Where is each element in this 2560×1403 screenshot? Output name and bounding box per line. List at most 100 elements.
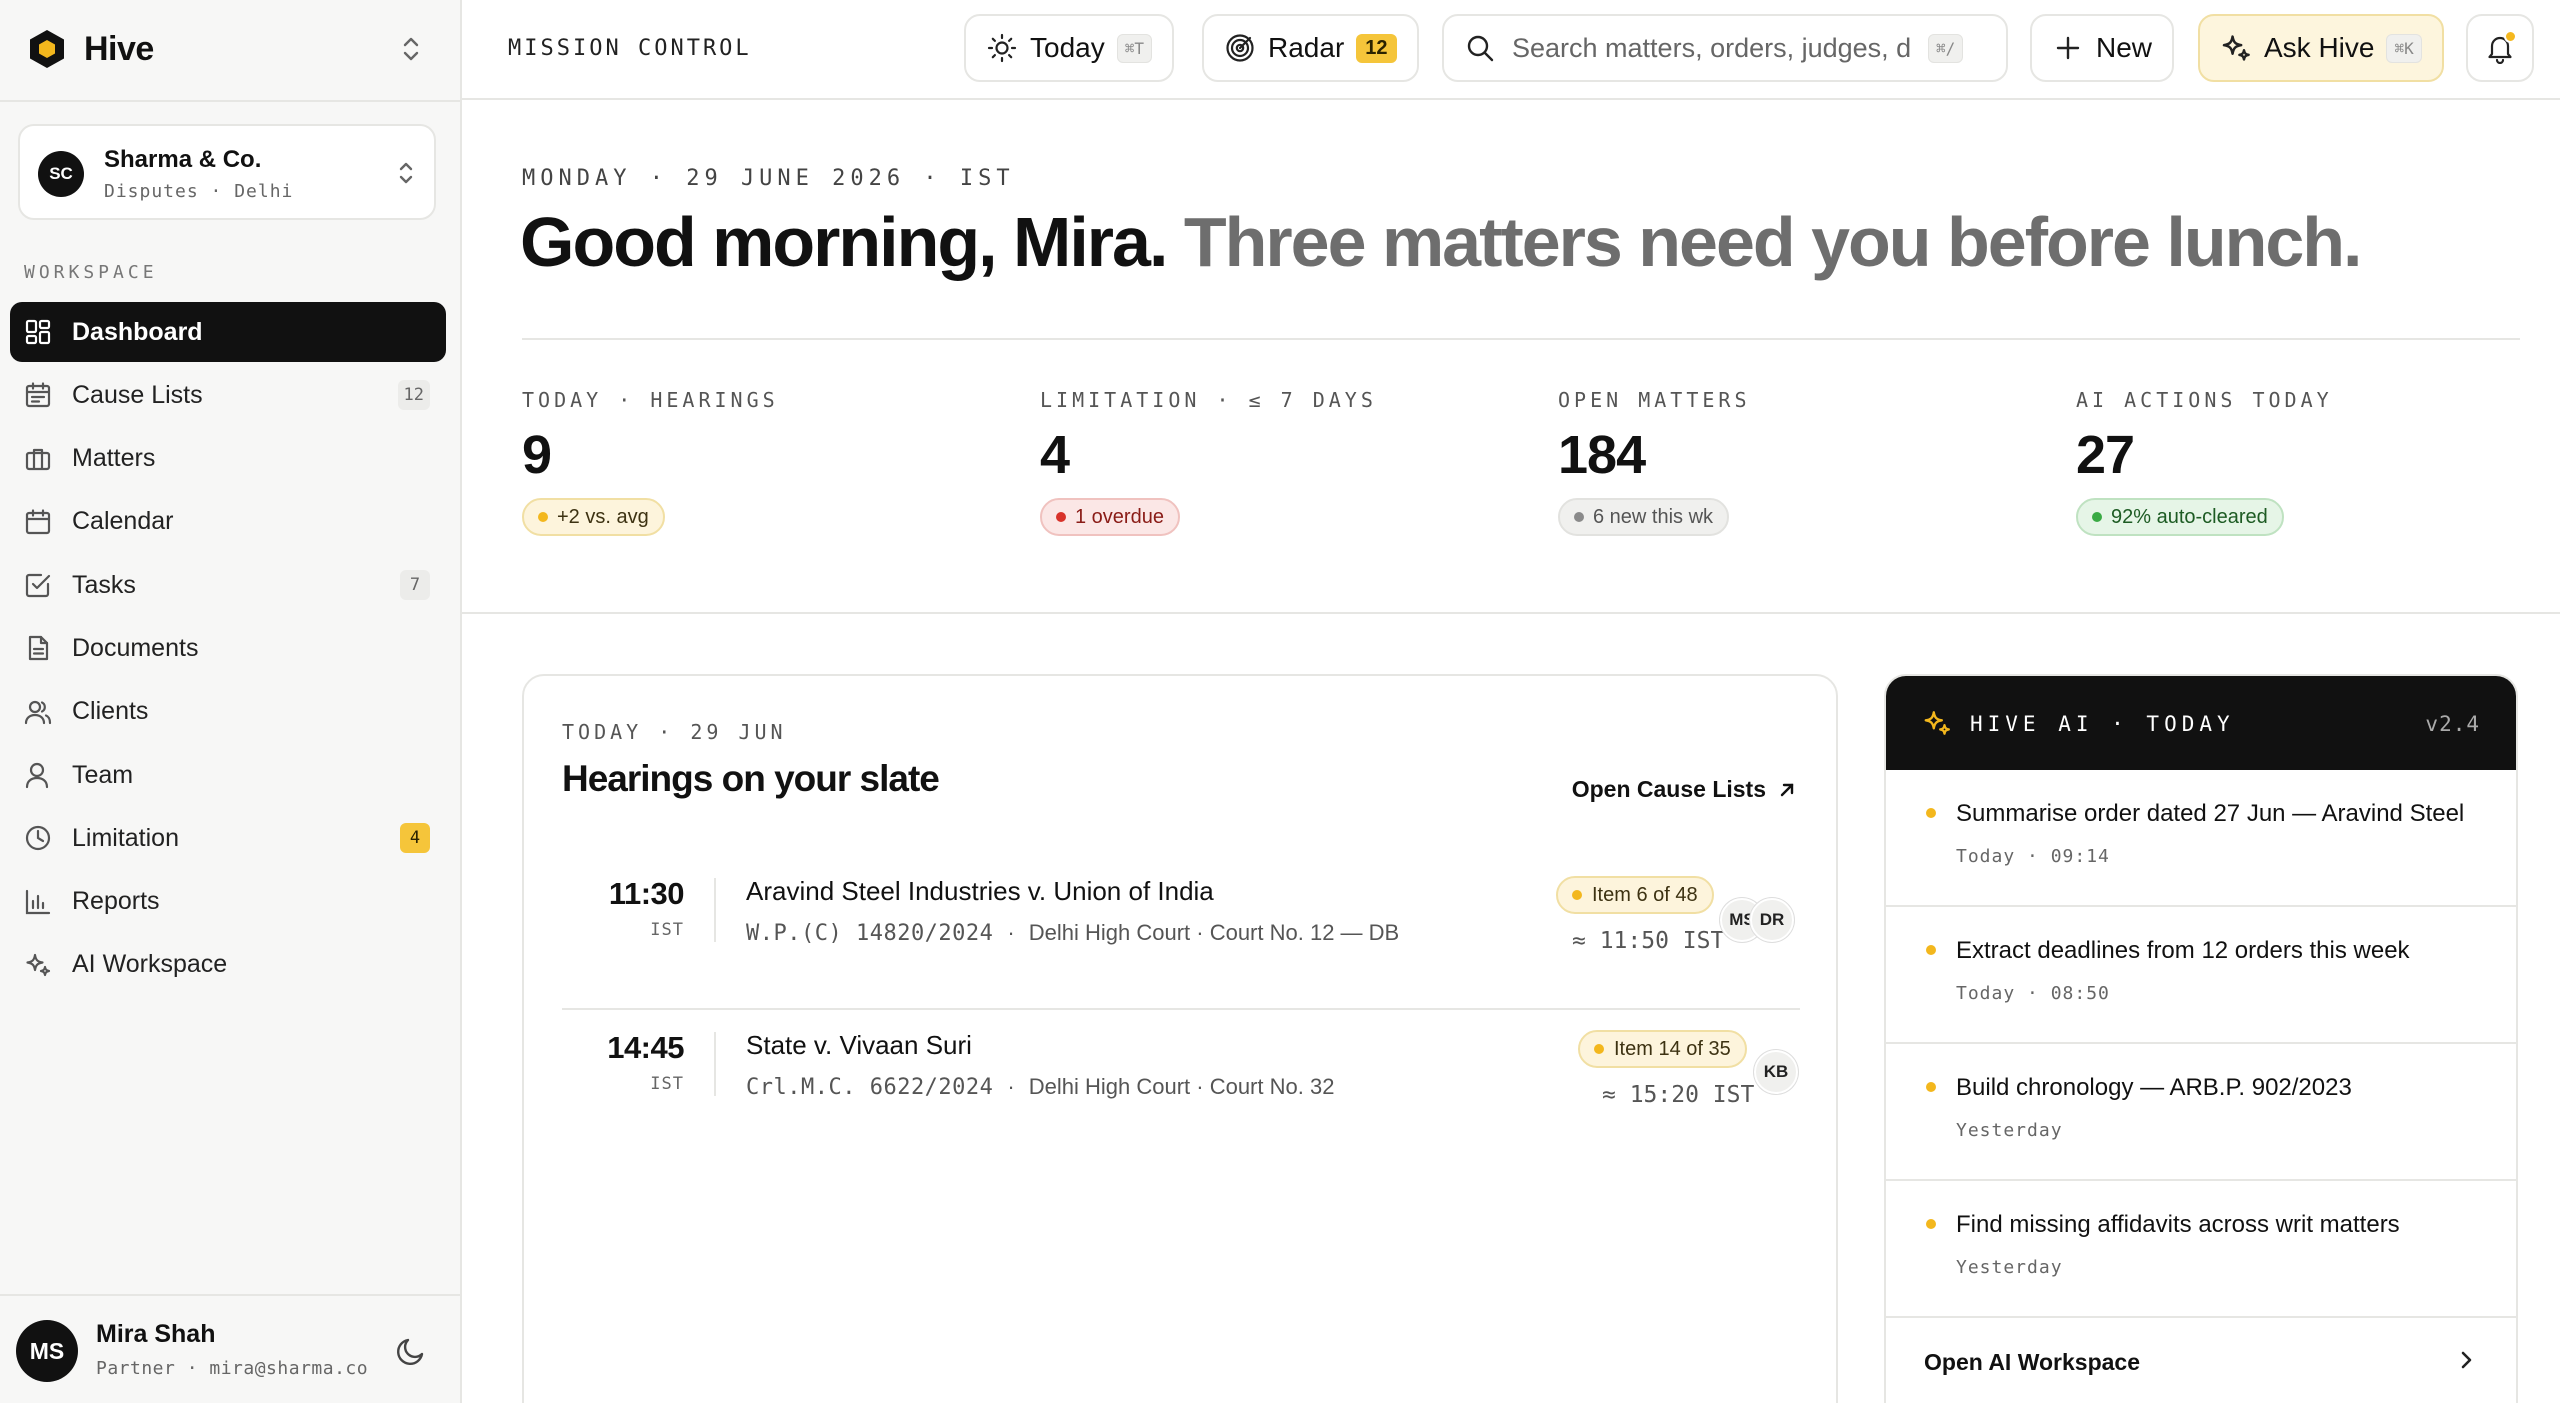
sidebar-item-ai-workspace[interactable]: AI Workspace xyxy=(10,935,446,995)
hive-logo-icon xyxy=(30,30,64,68)
radar-count-badge: 12 xyxy=(1356,33,1397,63)
badge-label: 92% auto-cleared xyxy=(2111,505,2268,528)
stat-value: 27 xyxy=(2076,425,2135,485)
org-switcher[interactable]: SC Sharma & Co. Disputes · Delhi xyxy=(18,124,436,220)
radar-button[interactable]: Radar 12 xyxy=(1202,14,1419,82)
ai-action-item[interactable]: Build chronology — ARB.P. 902/2023 Yeste… xyxy=(1886,1044,2516,1181)
divider xyxy=(714,1032,716,1096)
ai-action-text: Extract deadlines from 12 orders this we… xyxy=(1956,937,2410,964)
briefcase-icon xyxy=(25,448,51,470)
status-dot xyxy=(538,512,548,522)
brand[interactable]: Hive xyxy=(28,24,154,74)
ai-action-time: Yesterday xyxy=(1956,1257,2063,1278)
link-label: Open AI Workspace xyxy=(1924,1348,2141,1375)
badge-label: 1 overdue xyxy=(1075,505,1164,528)
hearing-title: State v. Vivaan Suri xyxy=(746,1030,972,1060)
ai-action-text: Build chronology — ARB.P. 902/2023 xyxy=(1956,1074,2352,1101)
ai-action-time: Today · 08:50 xyxy=(1956,983,2110,1004)
divider xyxy=(0,1294,460,1296)
new-button[interactable]: New xyxy=(2030,14,2175,82)
sidebar-item-clients[interactable]: Clients xyxy=(10,682,446,742)
stat-limitation[interactable]: LIMITATION · ≤ 7 DAYS 4 1 overdue xyxy=(1040,388,1540,536)
divider xyxy=(462,612,2560,614)
ask-hive-button[interactable]: Ask Hive ⌘K xyxy=(2198,14,2444,82)
status-dot xyxy=(1926,1082,1936,1092)
avatar[interactable]: MS xyxy=(16,1320,78,1382)
today-button[interactable]: Today ⌘T xyxy=(964,14,1174,82)
new-label: New xyxy=(2096,32,2153,63)
hearing-row[interactable]: 11:30 IST Aravind Steel Industries v. Un… xyxy=(562,856,1800,1010)
open-cause-lists-link[interactable]: Open Cause Lists xyxy=(1572,776,1796,803)
user-icon xyxy=(25,762,49,789)
ai-action-item[interactable]: Extract deadlines from 12 orders this we… xyxy=(1886,907,2516,1044)
hearing-title: Aravind Steel Industries v. Union of Ind… xyxy=(746,876,1214,906)
moon-icon[interactable] xyxy=(394,1334,428,1368)
search-input[interactable] xyxy=(1512,32,1912,64)
hearing-eta: ≈ 11:50 IST xyxy=(1572,928,1725,954)
sparkle-icon xyxy=(2222,35,2250,61)
sidebar-item-label: Team xyxy=(72,760,134,789)
stat-value: 9 xyxy=(522,425,552,485)
sidebar-item-dashboard[interactable]: Dashboard xyxy=(10,302,446,362)
ai-action-text: Summarise order dated 27 Jun — Aravind S… xyxy=(1956,800,2465,827)
plus-icon xyxy=(2056,36,2080,60)
status-dot xyxy=(2092,512,2102,522)
ai-action-text: Find missing affidavits across writ matt… xyxy=(1956,1211,2400,1238)
ai-version: v2.4 xyxy=(2425,712,2480,736)
search-icon xyxy=(1467,35,1494,62)
stat-open-matters[interactable]: OPEN MATTERS 184 6 new this wk xyxy=(1558,388,2058,536)
hearing-row[interactable]: 14:45 IST State v. Vivaan Suri Crl.M.C. … xyxy=(562,1010,1800,1164)
chevron-right-icon xyxy=(2461,1351,2472,1369)
stat-ai-actions[interactable]: AI ACTIONS TODAY 27 92% auto-cleared xyxy=(2076,388,2560,536)
stat-value: 184 xyxy=(1558,425,1646,485)
count-badge: 7 xyxy=(400,570,430,601)
status-dot xyxy=(1926,1219,1936,1229)
notifications-button[interactable] xyxy=(2466,14,2534,82)
workspace-switch-icon[interactable] xyxy=(398,34,424,64)
search-bar[interactable]: ⌘/ xyxy=(1442,14,2008,82)
count-badge: 4 xyxy=(400,823,430,854)
status-badge: 1 overdue xyxy=(1040,498,1180,536)
badge-label: Item 14 of 35 xyxy=(1614,1037,1731,1060)
org-name: Sharma & Co. xyxy=(104,146,262,173)
hearing-eta: ≈ 15:20 IST xyxy=(1602,1082,1755,1108)
stat-label: OPEN MATTERS xyxy=(1558,388,1751,412)
avatar[interactable]: DR xyxy=(1750,898,1794,942)
ai-action-item[interactable]: Summarise order dated 27 Jun — Aravind S… xyxy=(1886,770,2516,907)
greeting: Good morning, Mira. xyxy=(520,203,1168,281)
court-name: Delhi High Court · Court No. 12 — DB xyxy=(1028,920,1400,945)
ai-action-item[interactable]: Find missing affidavits across writ matt… xyxy=(1886,1181,2516,1318)
hearing-timezone: IST xyxy=(650,1074,684,1094)
sidebar-item-tasks[interactable]: Tasks 7 xyxy=(10,555,446,615)
sidebar-item-cause-lists[interactable]: Cause Lists 12 xyxy=(10,365,446,425)
workspace-section-label: WORKSPACE xyxy=(24,262,158,283)
bar-chart-icon xyxy=(25,889,51,914)
ai-action-time: Yesterday xyxy=(1956,1120,2063,1141)
sidebar-item-matters[interactable]: Matters xyxy=(10,429,446,489)
sidebar-item-label: Calendar xyxy=(72,507,174,536)
sidebar-item-reports[interactable]: Reports xyxy=(10,872,446,932)
hearing-meta: W.P.(C) 14820/2024 · Delhi High Court · … xyxy=(746,920,1399,946)
stat-hearings[interactable]: TODAY · HEARINGS 9 +2 vs. avg xyxy=(522,388,1022,536)
badge-label: +2 vs. avg xyxy=(557,505,649,528)
status-dot xyxy=(1574,512,1584,522)
hearing-timezone: IST xyxy=(650,920,684,940)
divider xyxy=(714,878,716,942)
sidebar-item-limitation[interactable]: Limitation 4 xyxy=(10,808,446,868)
status-badge: 92% auto-cleared xyxy=(2076,498,2284,536)
divider xyxy=(522,338,2520,340)
sidebar-item-documents[interactable]: Documents xyxy=(10,618,446,678)
avatar[interactable]: KB xyxy=(1754,1050,1798,1094)
shortcut-hint: ⌘T xyxy=(1116,33,1152,63)
badge-label: Item 6 of 48 xyxy=(1592,883,1698,906)
sidebar-item-label: Tasks xyxy=(72,570,136,599)
open-ai-workspace-link[interactable]: Open AI Workspace xyxy=(1886,1318,2516,1403)
breadcrumb: MISSION CONTROL xyxy=(508,36,752,61)
sidebar-item-calendar[interactable]: Calendar xyxy=(10,492,446,552)
case-number: W.P.(C) 14820/2024 xyxy=(746,920,994,946)
stat-label: LIMITATION · ≤ 7 DAYS xyxy=(1040,388,1377,412)
sidebar-nav: Dashboard Cause Lists 12 Matters Calenda… xyxy=(10,302,446,998)
sidebar-item-team[interactable]: Team xyxy=(10,745,446,805)
shortcut-hint: ⌘K xyxy=(2386,33,2422,63)
users-icon xyxy=(24,700,52,724)
